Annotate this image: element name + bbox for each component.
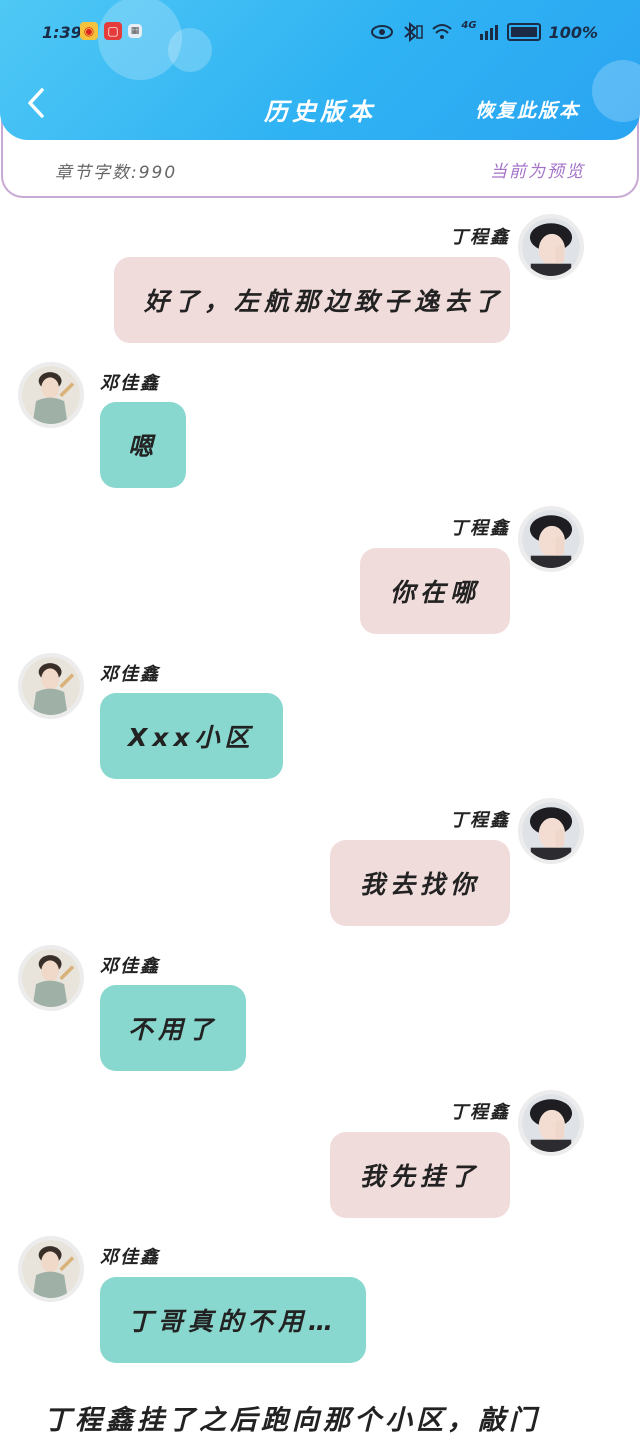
preview-indicator: 当前为预览 — [490, 162, 585, 182]
message-text: 你在哪 — [389, 578, 480, 607]
eye-icon — [371, 25, 394, 39]
message-bubble: 嗯 — [100, 402, 187, 488]
avatar-ding[interactable] — [518, 798, 584, 864]
avatar-image — [22, 366, 80, 424]
avatar-image — [22, 1240, 80, 1298]
message-bubble: Xxx小区 — [100, 693, 283, 779]
bluetooth-icon — [404, 22, 424, 42]
restore-version-button[interactable]: 恢复此版本 — [475, 96, 580, 123]
avatar-deng[interactable] — [18, 653, 84, 719]
message-text: 我先挂了 — [359, 1162, 480, 1191]
message-bubble: 不用了 — [100, 985, 247, 1071]
sender-name: 邓佳鑫 — [100, 956, 160, 977]
message-text: 我去找你 — [359, 870, 480, 899]
status-bar: 1:39 ◉ ▢ ▦ 4G 100% — [0, 18, 640, 48]
small-app-icon: ▦ — [128, 24, 142, 38]
avatar-ding[interactable] — [518, 214, 584, 280]
avatar-deng[interactable] — [18, 1236, 84, 1302]
avatar-image — [522, 1094, 580, 1152]
narration-text: 丁程鑫挂了之后跑向那个小区，敲门 — [44, 1405, 540, 1436]
message-bubble: 丁哥真的不用… — [100, 1277, 367, 1363]
message-bubble: 你在哪 — [359, 548, 510, 634]
sender-name: 丁程鑫 — [450, 227, 510, 248]
app-header: 1:39 ◉ ▢ ▦ 4G 100% 历史版本 恢复此版本 — [0, 0, 640, 140]
status-time: 1:39 — [42, 23, 82, 42]
avatar-deng[interactable] — [18, 362, 84, 428]
message-text: Xxx小区 — [128, 723, 255, 752]
signal-icon — [479, 25, 498, 40]
status-indicators: 4G 100% — [371, 19, 598, 42]
avatar-image — [22, 657, 80, 715]
message-text: 丁哥真的不用… — [128, 1307, 339, 1336]
message-bubble: 好了，左航那边致子逸去了 — [114, 257, 510, 343]
wifi-icon — [432, 24, 453, 39]
avatar-ding[interactable] — [518, 506, 584, 572]
chapter-char-count: 章节字数:990 — [55, 163, 178, 183]
weibo-icon: ◉ — [80, 22, 98, 40]
sender-name: 邓佳鑫 — [100, 373, 160, 394]
sender-name: 丁程鑫 — [450, 518, 510, 539]
message-bubble: 我先挂了 — [329, 1132, 510, 1218]
avatar-image — [22, 949, 80, 1007]
avatar-image — [522, 218, 580, 276]
battery-percent: 100% — [548, 22, 598, 42]
battery-icon — [506, 23, 541, 41]
network-type: 4G — [461, 19, 477, 31]
avatar-image — [522, 802, 580, 860]
sender-name: 丁程鑫 — [450, 1102, 510, 1123]
avatar-deng[interactable] — [18, 945, 84, 1011]
sender-name: 丁程鑫 — [450, 810, 510, 831]
app-notification-icon: ▢ — [104, 22, 122, 40]
message-text: 嗯 — [128, 432, 159, 461]
sender-name: 邓佳鑫 — [100, 1247, 160, 1268]
message-bubble: 我去找你 — [329, 840, 510, 926]
sender-name: 邓佳鑫 — [100, 664, 160, 685]
avatar-image — [522, 510, 580, 568]
avatar-ding[interactable] — [518, 1090, 584, 1156]
message-text: 不用了 — [128, 1015, 219, 1044]
message-text: 好了，左航那边致子逸去了 — [144, 287, 505, 316]
